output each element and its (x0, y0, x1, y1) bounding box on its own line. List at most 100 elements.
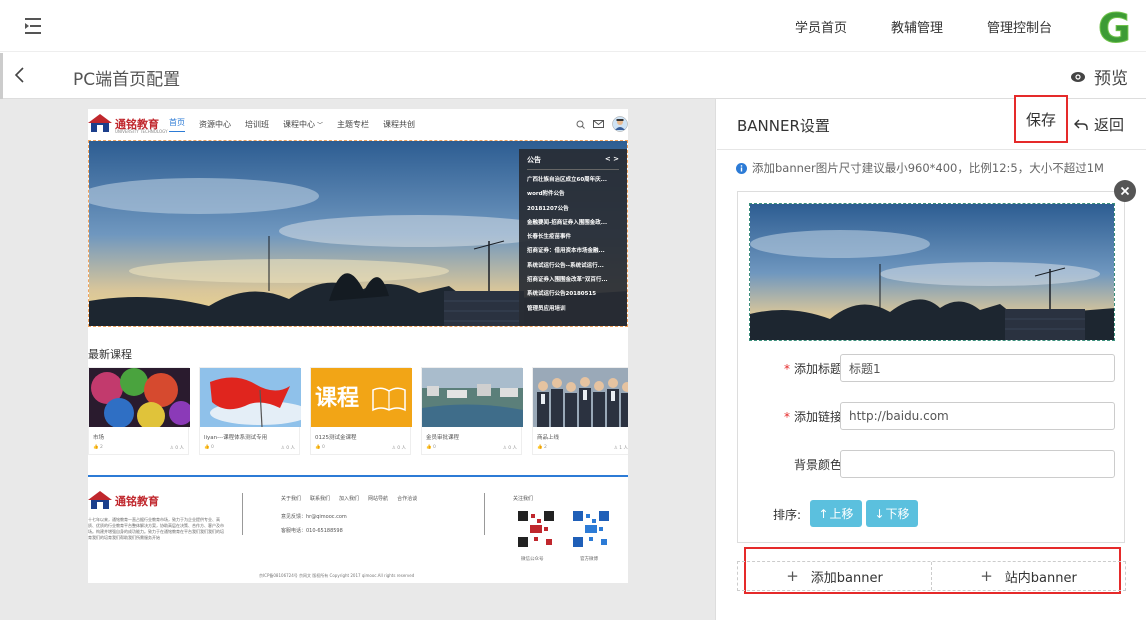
remove-banner-button[interactable] (1114, 180, 1136, 202)
course-card[interactable]: liyan---课程体系测试专用 👍 0 ♙ 0 人 (199, 367, 301, 455)
course-people: 1 人 (619, 446, 628, 451)
notice-item[interactable]: 长春长生疫苗事件 (527, 230, 619, 244)
banner-sky-image (750, 204, 1114, 340)
person-icon: ♙ 1 人 (613, 446, 628, 451)
save-button[interactable]: 保存 (1014, 95, 1068, 143)
back-arrow-icon[interactable] (12, 65, 28, 85)
site-menu-home[interactable]: 首页 (169, 117, 185, 132)
nav-admin-console[interactable]: 管理控制台 (987, 17, 1052, 36)
footer-link[interactable]: 加入我们 (339, 495, 359, 502)
course-card[interactable]: 商品上线 👍 2 ♙ 1 人 (532, 367, 628, 455)
notice-arrows-icon[interactable]: < > (605, 155, 619, 165)
banner-title-input[interactable] (840, 354, 1115, 382)
site-menu-courses-label: 课程中心 (283, 119, 315, 129)
person-icon: ♙ 0 人 (391, 446, 406, 451)
bg-color-label: 背景颜色: (793, 458, 846, 472)
brand-logo-icon[interactable]: G (1096, 4, 1136, 49)
move-down-button[interactable]: ↓ 下移 (866, 500, 918, 527)
thumb-up-icon: 👍 2 (537, 445, 547, 450)
course-likes: 2 (544, 445, 547, 450)
weibo-qr-label: 官方微博 (580, 557, 598, 562)
latest-courses-title: 最新课程 (88, 348, 132, 361)
notice-item[interactable]: 金融要闻-招商证券入围围金政... (527, 216, 619, 230)
site-menu-topics[interactable]: 主题专栏 (337, 119, 369, 130)
mail-icon[interactable] (593, 120, 604, 128)
site-menu-training[interactable]: 培训班 (245, 119, 269, 130)
bg-color-input[interactable] (840, 450, 1115, 478)
site-footer: 通铭教育 十七年以来，通铭教育一直占据行业教育市场，致力于为企业提供专业、高质、… (88, 475, 628, 583)
notice-item[interactable]: word附件公告 (527, 187, 619, 201)
course-thumbnail: 课程 (311, 368, 412, 427)
course-meta: 👍 0 ♙ 0 人 (204, 445, 295, 451)
banner-link-input[interactable] (840, 402, 1115, 430)
course-people: 0 人 (397, 446, 406, 451)
site-logo-subtext: UNIVERSITY TECHNOLOGY (115, 129, 168, 134)
footer-phone: 客服电话：010-65188598 (281, 528, 343, 534)
footer-divider (484, 493, 485, 535)
site-menu-courses[interactable]: 课程中心 ﹀ (283, 119, 323, 130)
panel-title: BANNER设置 (737, 117, 830, 135)
notice-item[interactable]: 招商证券：借用资本市场金融... (527, 244, 619, 258)
add-banner-label: 添加banner (810, 570, 883, 586)
notice-item[interactable]: 系统试运行公告20180515 (527, 287, 619, 301)
course-people: 0 人 (286, 446, 295, 451)
return-button[interactable]: 返回 (1074, 114, 1124, 135)
person-icon: ♙ 0 人 (502, 446, 517, 451)
footer-feedback: 意见反馈：hr@qimooc.com (281, 514, 347, 520)
plus-icon: + (980, 567, 993, 585)
course-card[interactable]: 金员审批课程 👍 0 ♙ 0 人 (421, 367, 523, 455)
info-icon (736, 162, 747, 174)
course-thumbnail (422, 368, 523, 427)
course-meta: 👍 0 ♙ 0 人 (426, 445, 517, 451)
course-likes: 2 (100, 445, 103, 450)
close-icon (1120, 186, 1130, 196)
title-row: * 添加标题: (738, 354, 1126, 384)
site-logo[interactable]: 通铭教育 UNIVERSITY TECHNOLOGY (88, 114, 168, 134)
crowd-photo-image (533, 368, 628, 427)
footer-link[interactable]: 合作洽谈 (397, 495, 417, 502)
site-banner[interactable]: 公告 < > 广西壮族自治区成立60周年庆... word附件公告 201812… (88, 140, 628, 327)
nav-student-home[interactable]: 学员首页 (795, 17, 847, 36)
course-card[interactable]: 市场 👍 2 ♙ 0 人 (88, 367, 190, 455)
header-edge (0, 53, 3, 99)
arrow-up-icon: ↑ (818, 506, 829, 521)
course-name: 市场 (93, 435, 105, 441)
svg-text:G: G (1098, 6, 1131, 48)
course-name: liyan---课程体系测试专用 (204, 435, 268, 441)
course-people: 0 人 (508, 446, 517, 451)
notice-item[interactable]: 系统试运行公告--系统试运行... (527, 259, 619, 273)
top-nav: 学员首页 教辅管理 管理控制台 (751, 0, 1052, 52)
notice-item[interactable]: 20181207公告 (527, 202, 619, 216)
footer-link[interactable]: 关于我们 (281, 495, 301, 502)
notice-item[interactable]: 广西壮族自治区成立60周年庆... (527, 173, 619, 187)
thumb-up-icon: 👍 0 (204, 445, 214, 450)
move-down-label: 下移 (885, 507, 910, 521)
eye-icon (1071, 71, 1085, 82)
course-meta: 👍 0 ♙ 0 人 (315, 445, 406, 451)
title-label: * 添加标题: (784, 360, 846, 377)
thumb-up-icon: 👍 2 (93, 445, 103, 450)
course-card[interactable]: 课程 0125测试金课程 👍 0 ♙ 0 人 (310, 367, 412, 455)
add-banner-button[interactable]: + 添加banner (738, 562, 932, 590)
site-menu-resources[interactable]: 资源中心 (199, 119, 231, 130)
search-icon[interactable] (576, 120, 585, 129)
notice-item[interactable]: 管理员应用培训 (527, 302, 619, 316)
banner-image-upload[interactable] (749, 203, 1115, 341)
banner-item-card: *添加标题: *添加链接: 背景颜色: 排序: ↑上移 ↓下移 (737, 191, 1125, 543)
nav-teaching-admin[interactable]: 教辅管理 (891, 17, 943, 36)
notice-header: 公告 < > (527, 155, 619, 170)
thumb-up-icon: 👍 0 (426, 445, 436, 450)
notice-item[interactable]: 招商证券入围围金改革"双百行... (527, 273, 619, 287)
page-title: PC端首页配置 (73, 70, 181, 90)
footer-description: 十七年以来，通铭教育一直占据行业教育市场，致力于为企业提供专业、高质、优质的行业… (88, 517, 224, 540)
menu-collapse-icon[interactable] (22, 16, 44, 36)
site-menu-cocreate[interactable]: 课程共创 (383, 119, 415, 130)
footer-link[interactable]: 联系我们 (310, 495, 330, 502)
preview-button[interactable]: 预览 (1070, 64, 1128, 89)
user-avatar-icon[interactable] (612, 116, 628, 132)
site-banner-button[interactable]: + 站内banner (932, 562, 1125, 590)
homepage-preview-area: 通铭教育 UNIVERSITY TECHNOLOGY 首页 资源中心 培训班 课… (0, 99, 716, 620)
footer-link[interactable]: 网站导航 (368, 495, 388, 502)
move-up-button[interactable]: ↑ 上移 (810, 500, 862, 527)
course-thumb-text: 课程 (315, 386, 360, 411)
